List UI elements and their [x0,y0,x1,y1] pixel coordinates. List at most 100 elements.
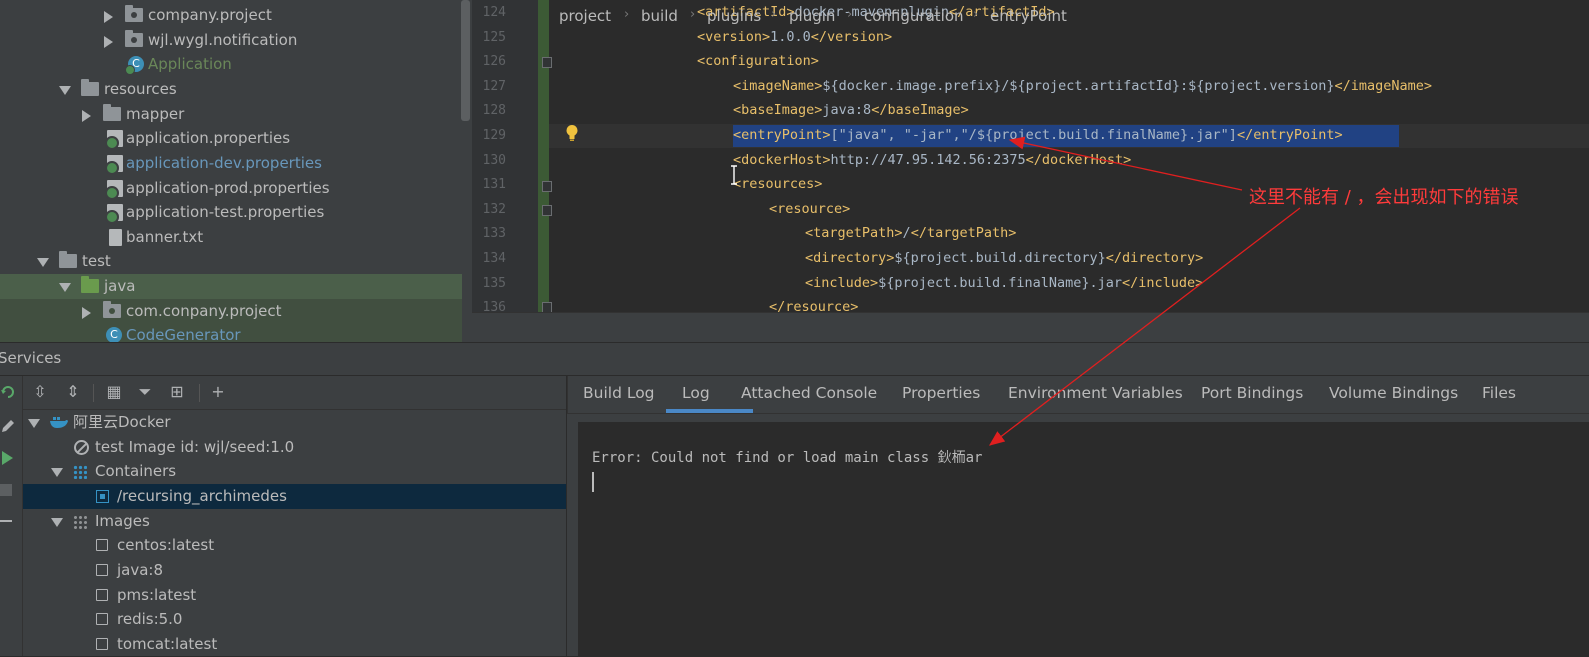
collapse-arrow-icon[interactable] [37,258,49,267]
group-by-icon[interactable]: ▦ [105,383,123,401]
new-tab-icon[interactable]: ⊞ [168,383,186,401]
tree-item-test[interactable]: test [0,249,462,274]
breadcrumb-configuration[interactable]: configuration [864,7,964,25]
properties-file-icon [105,180,123,200]
tree-item-label: resources [104,80,177,98]
add-icon[interactable]: + [209,383,227,401]
tab-properties[interactable]: Properties [902,384,980,402]
tree-item-application-prod-properties[interactable]: application-prod.properties [0,176,462,201]
service-docker-connection[interactable]: 阿里云Docker [23,410,566,435]
breadcrumb-entrypoint[interactable]: entryPoint [990,7,1067,25]
expand-arrow-icon[interactable] [104,36,113,48]
tree-item-codegenerator[interactable]: C CodeGenerator [0,323,462,342]
line-number: 131 [482,177,506,193]
code-line: <include>${project.build.finalName}.jar<… [805,274,1204,291]
no-container-icon [74,440,89,455]
tab-build-log[interactable]: Build Log [583,384,655,402]
run-icon[interactable] [0,450,14,466]
service-image-pms[interactable]: pms:latest [23,583,566,608]
edit-icon[interactable] [0,418,16,434]
service-image-java[interactable]: java:8 [23,558,566,583]
lightbulb-icon[interactable] [565,124,579,142]
tree-item-application-properties[interactable]: application.properties [0,126,462,151]
filter-icon[interactable]: ⏷ [136,383,154,401]
tree-item-application[interactable]: C Application [0,52,462,77]
tree-item-java[interactable]: java [0,274,462,299]
tree-item-notification[interactable]: wjl.wygl.notification [0,28,462,53]
service-container-recursing-archimedes[interactable]: /recursing_archimedes [23,484,566,509]
refresh-icon[interactable] [1,384,15,400]
tree-item-banner-txt[interactable]: banner.txt [0,225,462,250]
collapse-all-icon[interactable]: ⇕ [64,383,82,401]
tree-item-label: company.project [148,6,272,24]
tab-attached-console[interactable]: Attached Console [741,384,877,402]
expand-arrow-icon[interactable] [82,110,91,122]
log-error-text: Error: Could not find or load main class… [592,450,983,466]
tab-environment-variables[interactable]: Environment Variables [1008,384,1183,402]
service-label: 阿里云Docker [73,413,171,431]
stop-icon[interactable] [0,484,12,496]
code-line: <resources> [733,176,823,193]
fold-marker-icon[interactable] [542,181,552,192]
service-containers[interactable]: Containers [23,459,566,484]
breadcrumb-plugins[interactable]: plugins [707,7,761,25]
minus-icon[interactable] [0,520,12,522]
breadcrumb-plugin[interactable]: plugin [789,7,835,25]
line-number: 125 [482,29,506,45]
chevron-right-icon: › [690,7,696,22]
tab-log[interactable]: Log [682,384,710,402]
service-label: test Image id: wjl/seed:1.0 [95,438,295,456]
tree-item-com-conpany-project[interactable]: com.conpany.project [0,299,462,324]
tree-item-application-dev-properties[interactable]: application-dev.properties [0,151,462,176]
service-image-centos[interactable]: centos:latest [23,533,566,558]
line-number: 132 [482,201,506,217]
tree-item-label: application.properties [126,129,291,147]
folder-icon [59,251,77,268]
breadcrumb-build[interactable]: build [641,7,678,25]
line-number: 126 [482,54,506,70]
collapse-arrow-icon[interactable] [59,86,71,95]
service-label: java:8 [117,561,164,579]
code-line: <baseImage>java:8</baseImage> [733,102,969,119]
fold-marker-icon[interactable] [542,57,552,68]
package-icon [125,5,143,22]
tree-item-mapper[interactable]: mapper [0,102,462,127]
tree-scrollbar[interactable] [461,0,470,121]
collapse-arrow-icon[interactable] [51,518,63,527]
collapse-arrow-icon[interactable] [59,283,71,292]
expand-all-icon[interactable]: ⇳ [31,383,49,401]
image-icon [96,564,108,576]
collapse-arrow-icon[interactable] [51,468,63,477]
project-tree: company.project wjl.wygl.notification C … [0,0,472,342]
tree-item-label: com.conpany.project [126,302,282,320]
collapse-arrow-icon[interactable] [28,419,40,428]
resources-folder-icon [81,79,99,96]
tab-files[interactable]: Files [1482,384,1516,402]
tree-item-resources[interactable]: resources [0,77,462,102]
service-label: /recursing_archimedes [117,487,287,505]
expand-arrow-icon[interactable] [82,307,91,319]
tab-volume-bindings[interactable]: Volume Bindings [1329,384,1458,402]
properties-file-icon [105,155,123,175]
source-folder-icon [81,276,99,293]
service-test-image[interactable]: test Image id: wjl/seed:1.0 [23,435,566,460]
tree-item-application-test-properties[interactable]: application-test.properties [0,200,462,225]
service-images[interactable]: Images [23,509,566,534]
properties-file-icon [105,204,123,224]
breadcrumb-project[interactable]: project [559,7,611,25]
expand-arrow-icon[interactable] [104,11,113,23]
tab-port-bindings[interactable]: Port Bindings [1201,384,1303,402]
package-icon [125,30,143,47]
chevron-right-icon: › [847,7,853,22]
fold-marker-icon[interactable] [542,205,552,216]
image-icon [96,539,108,551]
line-number: 129 [482,128,506,143]
service-label: Containers [95,462,177,480]
service-image-tomcat[interactable]: tomcat:latest [23,632,566,657]
tree-item-label: wjl.wygl.notification [148,31,298,49]
service-image-redis[interactable]: redis:5.0 [23,607,566,632]
code-line: <directory>${project.build.directory}</d… [805,250,1204,266]
code-line: <resource> [769,200,851,217]
container-icon [96,490,109,503]
tree-item-company-project[interactable]: company.project [0,3,462,28]
